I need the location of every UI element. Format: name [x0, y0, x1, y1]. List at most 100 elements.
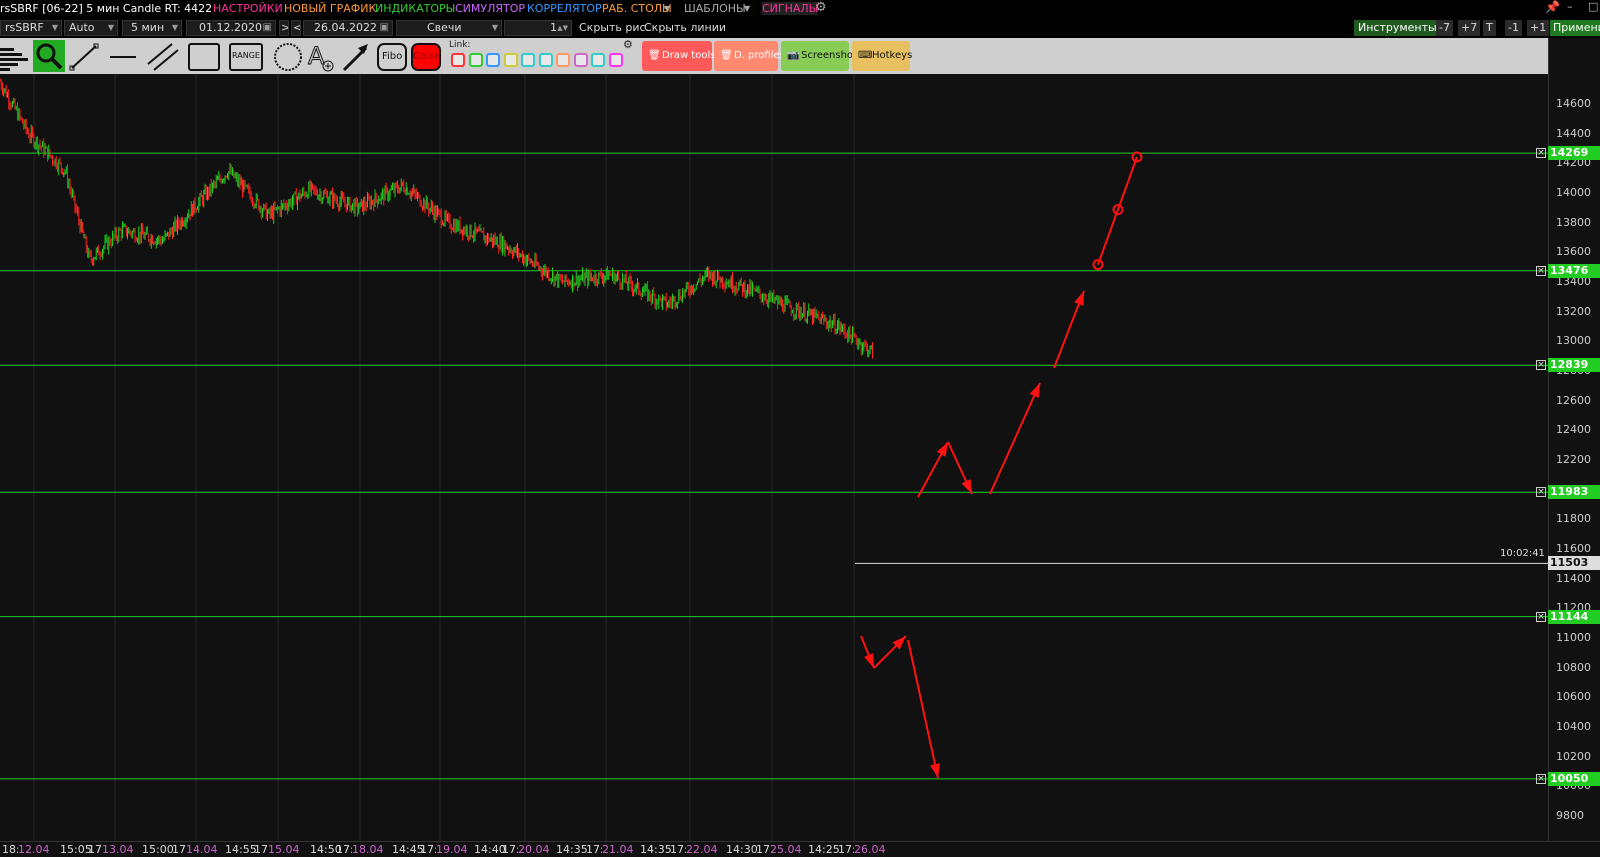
price-tick-label: 9800: [1556, 809, 1584, 822]
link-color-swatch[interactable]: [503, 53, 518, 67]
menu-new-chart[interactable]: НОВЫЙ ГРАФИК: [284, 2, 376, 15]
color-picker-button[interactable]: Color: [410, 40, 444, 72]
timeframe-select[interactable]: 5 мин ▼: [122, 20, 182, 36]
today-button[interactable]: T: [1483, 20, 1496, 36]
apply-button[interactable]: Применить: [1550, 20, 1600, 36]
fibo-tool-button[interactable]: Fibo: [376, 40, 410, 72]
menu-bar: rsSBRF [06-22] 5 мин Candle RT: 4422 НАС…: [0, 0, 1600, 18]
date-to-input[interactable]: 26.04.2022 ▣: [303, 20, 393, 36]
arrow-tool-icon[interactable]: [340, 40, 374, 72]
link-color-swatch[interactable]: [468, 53, 483, 67]
price-chart[interactable]: [0, 74, 1548, 841]
level-price-tag: 11983: [1548, 485, 1600, 500]
close-icon[interactable]: ×: [1536, 611, 1546, 622]
hide-drawings-button[interactable]: Скрыть рис.: [579, 20, 649, 36]
screenshot-button[interactable]: 📷 Screenshot: [781, 41, 857, 71]
close-icon[interactable]: ×: [1536, 773, 1546, 784]
calendar-icon[interactable]: ▣: [263, 21, 272, 35]
link-color-swatch[interactable]: [538, 53, 553, 67]
menu-settings[interactable]: НАСТРОЙКИ: [213, 2, 283, 15]
scale-select[interactable]: Auto ▼: [64, 20, 118, 36]
time-day-label: 12.04: [18, 843, 50, 856]
zoom-tool-icon[interactable]: [33, 40, 65, 72]
gears-icon[interactable]: ⚙: [815, 0, 827, 15]
close-icon[interactable]: ×: [1536, 360, 1546, 371]
close-icon[interactable]: ×: [1536, 487, 1546, 498]
price-tick-label: 11400: [1556, 571, 1591, 585]
hide-lines-button[interactable]: Скрыть линии: [644, 20, 726, 36]
trend-line-icon[interactable]: [68, 40, 102, 72]
menu-indicators[interactable]: ИНДИКАТОРЫ: [375, 2, 455, 15]
link-color-swatch[interactable]: [451, 53, 465, 67]
hotkeys-button[interactable]: ⌨ Hotkeys: [852, 41, 912, 71]
minimize-icon[interactable]: –: [1567, 0, 1573, 13]
chart-type-select[interactable]: Свечи ▼: [396, 20, 502, 36]
pin-icon[interactable]: 📌: [1545, 0, 1560, 14]
text-tool-icon[interactable]: A: [306, 40, 340, 72]
close-icon[interactable]: ×: [1536, 265, 1546, 276]
zoom-plus1-button[interactable]: +1: [1527, 20, 1550, 36]
time-tick-label: 14:25: [808, 843, 840, 856]
time-tick-label: 15:05: [60, 843, 92, 856]
time-tick-label: 14:40: [474, 843, 506, 856]
link-color-swatch[interactable]: [591, 53, 605, 67]
link-color-swatch[interactable]: [573, 53, 588, 67]
prev-button[interactable]: <: [291, 20, 301, 36]
draw-tools-button[interactable]: 🗑 Draw tools: [642, 41, 715, 71]
workspaces-dropdown-icon[interactable]: ▼: [664, 4, 670, 13]
timeframe-value: 5 мин: [131, 21, 165, 34]
volume-profile-icon[interactable]: [0, 40, 32, 72]
stepper-icon[interactable]: ▲▼: [557, 21, 568, 35]
channel-icon[interactable]: [146, 40, 180, 72]
close-icon[interactable]: ×: [1536, 148, 1546, 159]
next-label: >: [281, 21, 288, 34]
menu-correlator[interactable]: КОРРЕЛЯТОР: [527, 2, 602, 15]
link-color-swatch[interactable]: [486, 53, 500, 67]
d-profiles-button[interactable]: 🗑 D. profiles: [714, 41, 785, 71]
time-tick-label: 14:35: [640, 843, 672, 856]
link-label: Link:: [449, 40, 471, 50]
price-tick-label: 13800: [1556, 215, 1591, 229]
link-group: Link: ⚙: [447, 38, 637, 74]
price-tick-label: 13200: [1556, 304, 1591, 318]
time-day-label: 21.04: [602, 843, 634, 856]
zoom-plus7-button[interactable]: +7: [1458, 20, 1481, 36]
scale-value: Auto: [69, 21, 95, 34]
fibo-label: Fibo: [382, 51, 403, 62]
menu-workspaces[interactable]: РАБ. СТОЛЫ: [602, 2, 672, 15]
price-tick-label: 14600: [1556, 97, 1591, 110]
gears-icon[interactable]: ⚙: [623, 38, 633, 51]
instruments-button[interactable]: Инструменты: [1354, 20, 1441, 36]
horizontal-line-icon[interactable]: [106, 40, 140, 72]
rectangle-icon[interactable]: [187, 40, 221, 72]
next-button[interactable]: >: [279, 20, 289, 36]
price-tick-label: 10400: [1556, 720, 1591, 733]
time-day-label: 14.04: [186, 843, 218, 856]
chevron-down-icon: ▼: [107, 23, 114, 32]
menu-signals[interactable]: СИГНАЛЫ: [762, 2, 819, 15]
count-stepper[interactable]: 1 ▲▼: [504, 20, 572, 36]
maximize-icon[interactable]: □: [1588, 0, 1598, 13]
annotation-marker: [1092, 259, 1104, 271]
time-day-label: 18.04: [352, 843, 384, 856]
date-to-value: 26.04.2022: [314, 21, 377, 34]
link-color-swatch[interactable]: [521, 53, 535, 67]
price-tick-label: 13000: [1556, 334, 1591, 348]
menu-simulator[interactable]: СИМУЛЯТОР: [455, 2, 525, 15]
date-from-value: 01.12.2020: [199, 21, 262, 34]
time-day-label: 19.04: [436, 843, 468, 856]
range-tool-button[interactable]: RANGE: [229, 40, 263, 72]
price-tick-label: 10200: [1556, 749, 1591, 763]
zoom-minus1-button[interactable]: -1: [1505, 20, 1522, 36]
price-tick-label: 10800: [1556, 660, 1591, 674]
templates-dropdown-icon[interactable]: ▼: [744, 4, 750, 13]
zoom-minus7-button[interactable]: -7: [1436, 20, 1453, 36]
symbol-select[interactable]: rsSBRF ▼: [0, 20, 62, 36]
menu-templates[interactable]: ШАБЛОНЫ: [684, 2, 746, 15]
annotation-arrowhead: [1074, 291, 1084, 306]
link-color-swatch[interactable]: [556, 53, 570, 67]
date-from-input[interactable]: 01.12.2020 ▣: [186, 20, 276, 36]
ellipse-icon[interactable]: [271, 40, 305, 72]
link-color-swatch[interactable]: [608, 53, 623, 67]
calendar-icon[interactable]: ▣: [380, 21, 389, 35]
